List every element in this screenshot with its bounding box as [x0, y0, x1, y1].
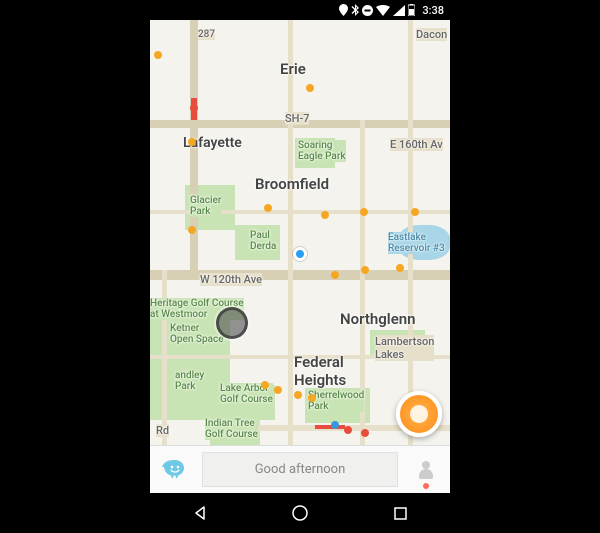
road-line — [162, 270, 167, 445]
park-area — [235, 225, 280, 260]
map-marker-orange[interactable] — [321, 211, 329, 219]
back-button[interactable] — [190, 503, 210, 523]
status-bar: 3:38 — [150, 0, 450, 20]
person-icon — [417, 461, 435, 479]
waze-icon — [161, 458, 187, 482]
road-line — [150, 355, 450, 359]
home-button[interactable] — [290, 503, 310, 523]
android-nav-bar — [150, 493, 450, 533]
map-marker-orange[interactable] — [154, 51, 162, 59]
park-area — [295, 138, 335, 168]
speech-bubble-icon — [410, 405, 428, 423]
road-line — [360, 120, 365, 445]
map-marker-orange[interactable] — [188, 138, 196, 146]
road-line — [190, 20, 198, 280]
road-label-dacon: Dacon — [416, 28, 447, 41]
park-area — [370, 330, 425, 355]
map-marker-orange[interactable] — [361, 266, 369, 274]
map-marker-orange[interactable] — [308, 394, 316, 402]
road-label-287: 287 — [198, 29, 215, 40]
road-label-e160th: E 160th Av — [390, 138, 443, 151]
map-marker-orange[interactable] — [274, 386, 282, 394]
map-marker-orange[interactable] — [294, 391, 302, 399]
search-box[interactable]: Good afternoon — [202, 452, 398, 487]
map-marker-red[interactable] — [190, 104, 198, 112]
notification-dot — [423, 483, 429, 489]
report-button[interactable] — [396, 391, 442, 437]
current-location-dot — [293, 247, 307, 261]
waze-logo-button[interactable] — [150, 446, 198, 493]
search-greeting: Good afternoon — [255, 462, 346, 477]
road-line — [408, 20, 413, 445]
signal-icon — [393, 5, 405, 16]
battery-icon — [408, 4, 415, 16]
phone-frame: 3:38 Erie Lafayette Broomfield — [150, 0, 450, 533]
map-viewport[interactable]: Erie Lafayette Broomfield Northglenn Fed… — [150, 20, 450, 445]
map-marker-orange[interactable] — [261, 381, 269, 389]
map-marker-orange[interactable] — [306, 84, 314, 92]
map-marker-orange[interactable] — [264, 204, 272, 212]
water-area — [398, 225, 450, 260]
map-marker-orange[interactable] — [396, 264, 404, 272]
park-area — [210, 420, 260, 445]
wifi-icon — [376, 5, 390, 16]
location-icon — [339, 4, 348, 16]
map-marker-orange[interactable] — [411, 208, 419, 216]
bluetooth-icon — [351, 4, 359, 16]
map-marker-orange[interactable] — [188, 226, 196, 234]
water-area — [235, 390, 255, 405]
compass-button[interactable] — [216, 307, 248, 339]
map-marker-orange[interactable] — [360, 208, 368, 216]
map-marker-red[interactable] — [361, 429, 369, 437]
map-marker-orange[interactable] — [331, 271, 339, 279]
map-marker-blue[interactable] — [331, 421, 339, 429]
traffic-red — [315, 425, 345, 429]
dnd-icon — [362, 5, 373, 16]
road-line — [288, 20, 293, 445]
profile-button[interactable] — [402, 446, 450, 493]
status-time: 3:38 — [422, 4, 444, 17]
recent-apps-button[interactable] — [390, 503, 410, 523]
bottom-bar: Good afternoon — [150, 445, 450, 493]
city-label-northglenn: Northglenn — [340, 310, 416, 328]
map-marker-red[interactable] — [344, 426, 352, 434]
